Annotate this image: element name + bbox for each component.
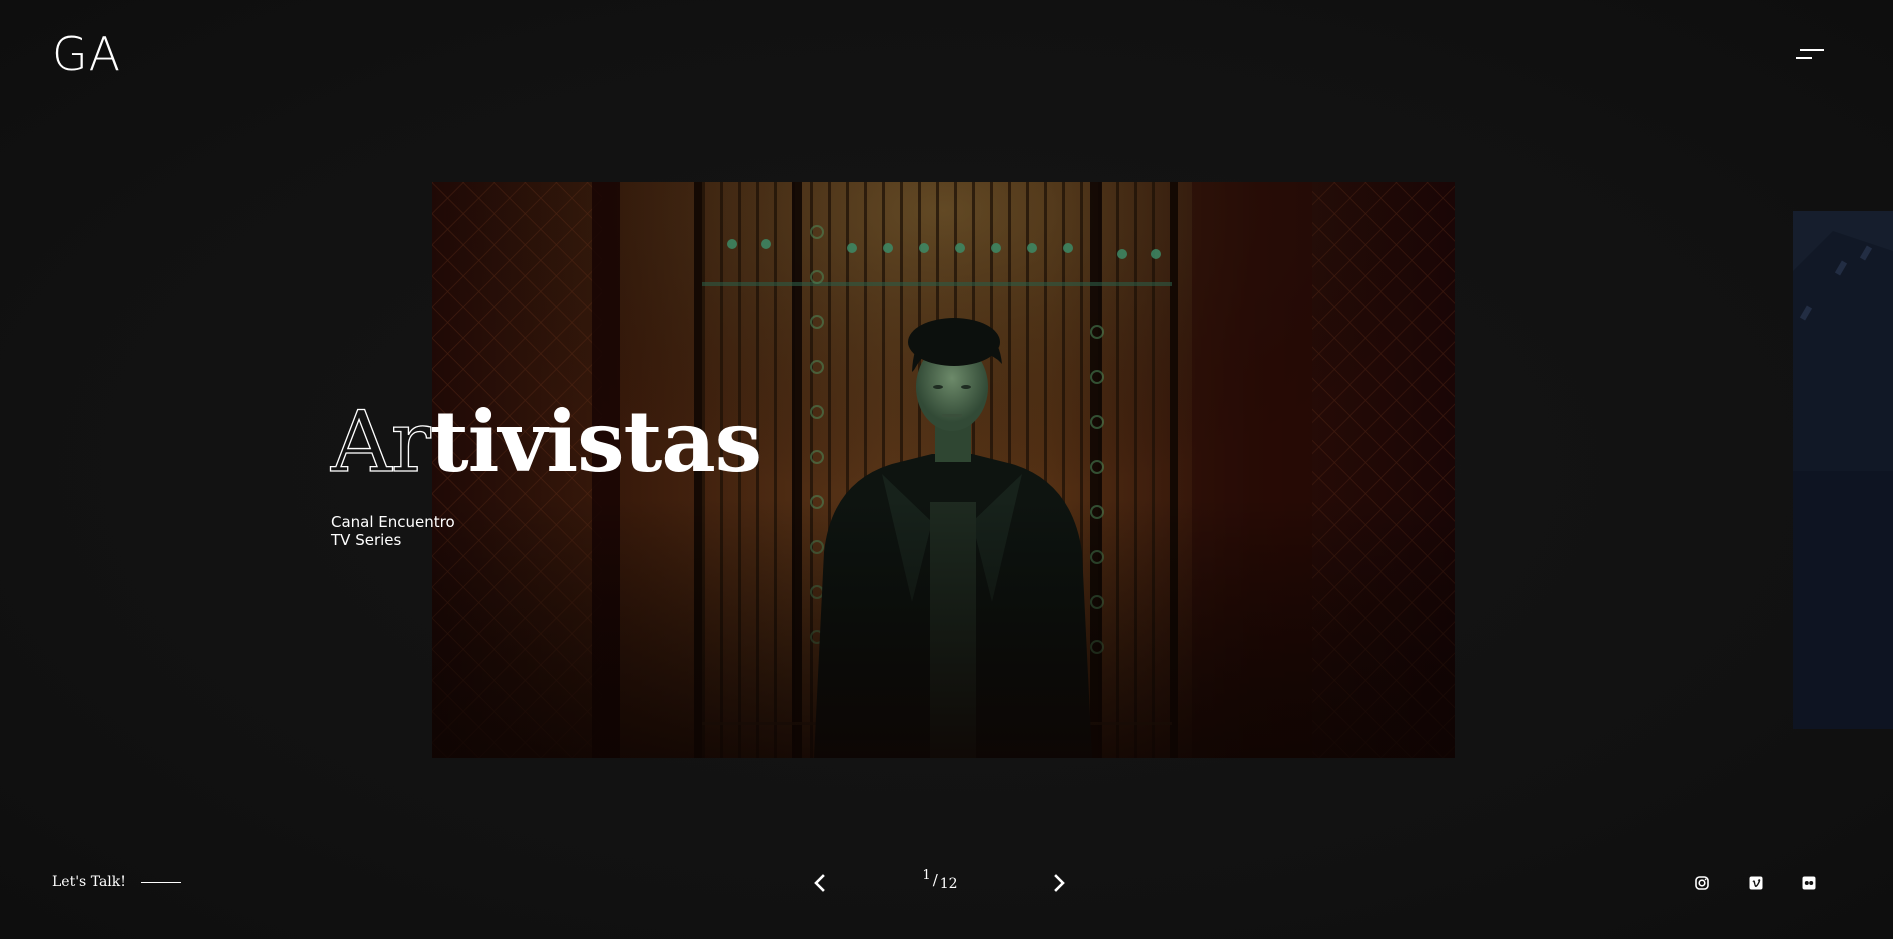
next-slide-preview[interactable]: [1793, 211, 1893, 729]
instagram-link[interactable]: [1694, 875, 1710, 891]
slide-title-outline: Ar: [330, 392, 431, 491]
total-pages: 12: [939, 876, 958, 892]
flickr-link[interactable]: [1801, 875, 1817, 891]
flickr-icon: [1802, 876, 1816, 890]
slide-client: Canal Encuentro: [331, 513, 455, 531]
lets-talk-line: [140, 881, 181, 883]
slide-title[interactable]: Artivistas: [330, 392, 762, 492]
current-page: 1: [922, 868, 931, 883]
slide-title-solid: tivistas: [429, 392, 762, 491]
page-separator: /: [932, 871, 938, 889]
slide-meta: Canal Encuentro TV Series: [331, 513, 455, 549]
instagram-icon: [1695, 876, 1709, 890]
slide-pager: 1/12: [808, 868, 1068, 898]
chevron-left-icon: [814, 874, 825, 892]
lets-talk-link[interactable]: Let's Talk!: [52, 874, 181, 890]
prev-slide-button[interactable]: [808, 871, 832, 895]
vimeo-icon: [1749, 876, 1763, 890]
slide-category: TV Series: [331, 531, 402, 549]
menu-button[interactable]: [1796, 47, 1824, 63]
vimeo-link[interactable]: [1748, 875, 1764, 891]
lets-talk-label: Let's Talk!: [52, 874, 126, 890]
hamburger-menu-icon: [1800, 49, 1824, 51]
chevron-right-icon: [1054, 874, 1065, 892]
slide-counter: 1/12: [908, 868, 972, 892]
next-slide-button[interactable]: [1047, 871, 1071, 895]
site-logo[interactable]: GA: [52, 28, 121, 80]
